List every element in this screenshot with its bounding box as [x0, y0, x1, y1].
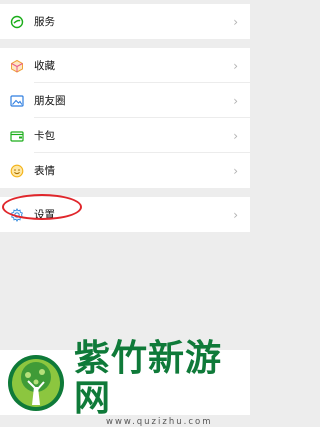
tree-logo-icon [6, 353, 66, 413]
menu-item-label: 服务 [34, 16, 55, 28]
cards-icon [10, 129, 24, 143]
brand-url: www.quzizhu.com [106, 416, 213, 427]
brand: 紫竹新游网 www.quzizhu.com [74, 337, 250, 427]
chevron-right-icon: › [233, 163, 238, 178]
menu-item-services[interactable]: 服务 › [0, 4, 250, 39]
section-gap [0, 188, 250, 197]
menu-group-personal: 收藏 › 朋友圈 › 卡包 › 表情 › [0, 48, 250, 188]
menu-item-cards[interactable]: 卡包 › [0, 118, 250, 153]
services-icon [10, 15, 24, 29]
chevron-right-icon: › [233, 58, 238, 73]
menu-item-stickers[interactable]: 表情 › [0, 153, 250, 188]
menu-item-label: 朋友圈 [34, 95, 66, 107]
menu-item-settings[interactable]: 设置 › [0, 197, 250, 232]
stickers-icon [10, 164, 24, 178]
favorites-icon [10, 59, 24, 73]
moments-icon [10, 94, 24, 108]
menu-item-favorites[interactable]: 收藏 › [0, 48, 250, 83]
menu-item-label: 表情 [34, 165, 55, 177]
settings-icon [10, 207, 24, 222]
watermark-footer: 紫竹新游网 www.quzizhu.com [0, 338, 250, 427]
section-gap [0, 39, 250, 48]
menu-item-label: 设置 [34, 209, 55, 221]
chevron-right-icon: › [233, 128, 238, 143]
brand-name: 紫竹新游网 [74, 337, 223, 419]
chevron-right-icon: › [233, 14, 238, 29]
menu-group-services: 服务 › [0, 4, 250, 39]
menu-group-settings: 设置 › [0, 197, 250, 232]
menu-item-moments[interactable]: 朋友圈 › [0, 83, 250, 118]
menu-item-label: 卡包 [34, 130, 55, 142]
chevron-right-icon: › [233, 207, 238, 222]
menu-item-label: 收藏 [34, 60, 55, 72]
chevron-right-icon: › [233, 93, 238, 108]
